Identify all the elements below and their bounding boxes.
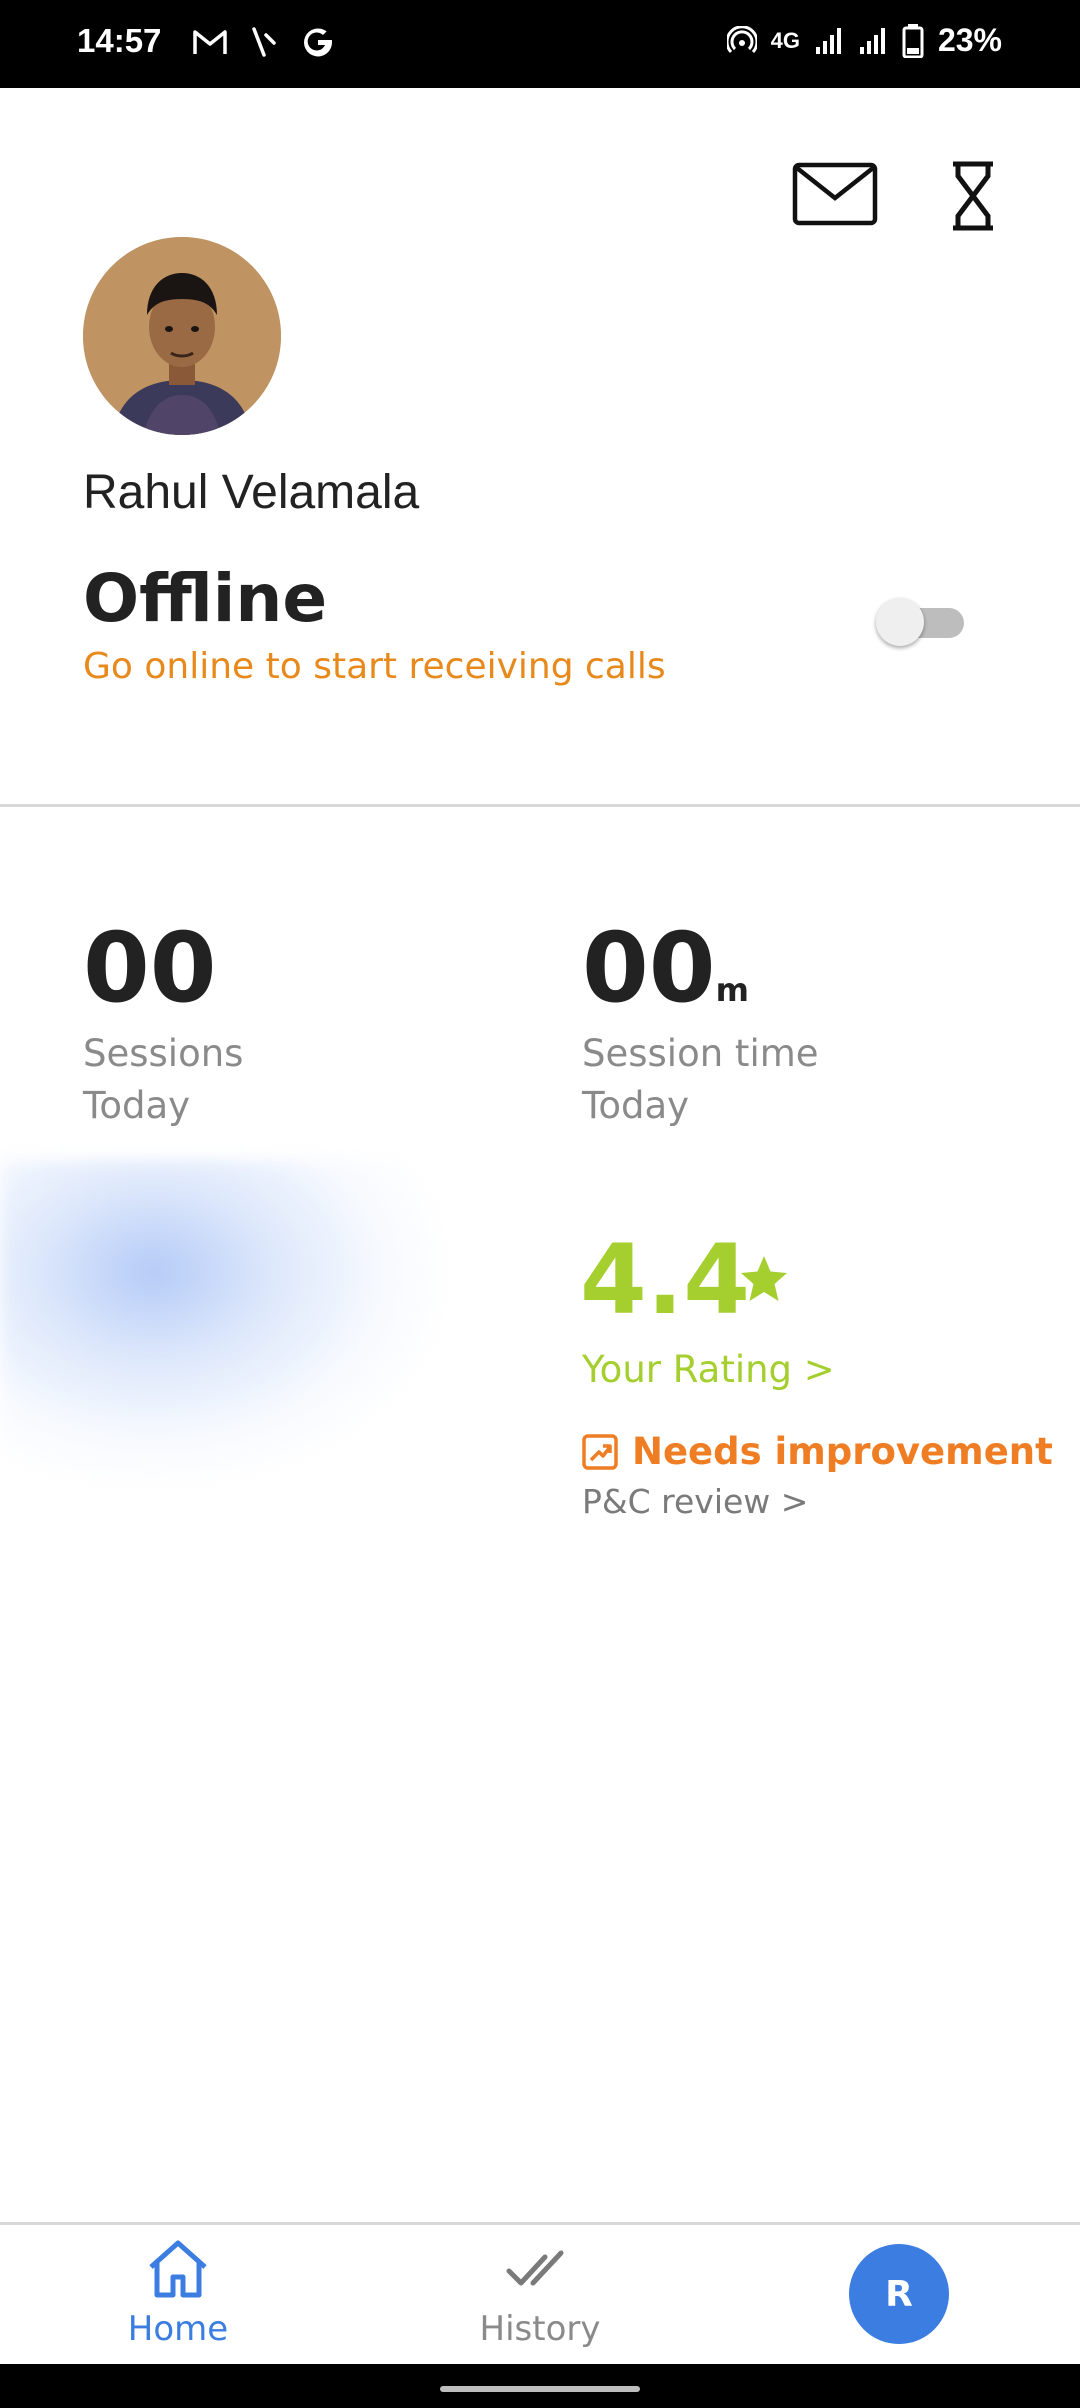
nav-profile-avatar[interactable]: R (849, 2244, 949, 2344)
needs-improvement-link[interactable]: Needs improvement (582, 1430, 1053, 1473)
status-subtitle: Go online to start receiving calls (83, 646, 666, 687)
nav-history[interactable]: History (470, 2225, 610, 2367)
home-icon (149, 2240, 207, 2298)
nav-history-label: History (479, 2309, 601, 2349)
avatar-photo (83, 237, 281, 435)
trending-up-icon (582, 1433, 618, 1470)
signal-icon (859, 27, 885, 54)
battery-level: 23% (937, 22, 1002, 58)
gesture-bar (0, 2364, 1080, 2408)
phone-missed-icon (252, 27, 276, 57)
session-time-label: Session time Today (582, 1028, 819, 1132)
hotspot-icon (726, 25, 757, 53)
online-toggle[interactable] (876, 596, 966, 648)
pc-review-link[interactable]: P&C review > (582, 1482, 808, 1521)
session-time-label-line1: Session time (582, 1032, 819, 1075)
double-check-icon (506, 2250, 564, 2286)
section-divider (0, 804, 1080, 807)
session-time-number: 00 (582, 912, 716, 1024)
network-type: 4G (770, 27, 800, 53)
status-time: 14:57 (77, 22, 162, 59)
status-title: Offline (83, 560, 328, 637)
toggle-thumb (876, 598, 924, 646)
rating-value: 4.4 (580, 1224, 751, 1336)
google-icon (304, 28, 333, 57)
home-gesture-handle[interactable] (440, 2386, 640, 2392)
your-rating-link[interactable]: Your Rating > (582, 1348, 835, 1391)
status-bar: 14:57 4G 23% (0, 0, 1080, 88)
sessions-count: 00 (83, 912, 217, 1024)
session-time-unit: m (715, 971, 749, 1009)
nav-home-label: Home (127, 2309, 229, 2349)
blurred-graphic (0, 1160, 440, 1480)
hourglass-icon[interactable] (950, 160, 996, 232)
sessions-label: Sessions Today (83, 1028, 243, 1132)
profile-name: Rahul Velamala (83, 466, 420, 519)
battery-icon (902, 23, 924, 58)
signal-icon (815, 27, 841, 54)
session-time-value: 00m (582, 920, 749, 1016)
sessions-label-line1: Sessions (83, 1032, 244, 1075)
mail-icon[interactable] (792, 162, 878, 226)
needs-improvement-text: Needs improvement (632, 1430, 1053, 1473)
session-time-label-line2: Today (582, 1084, 690, 1127)
gmail-icon (193, 30, 227, 54)
avatar[interactable] (83, 237, 281, 435)
nav-home[interactable]: Home (118, 2225, 238, 2367)
sessions-label-line2: Today (83, 1084, 191, 1127)
star-icon (741, 1256, 787, 1301)
